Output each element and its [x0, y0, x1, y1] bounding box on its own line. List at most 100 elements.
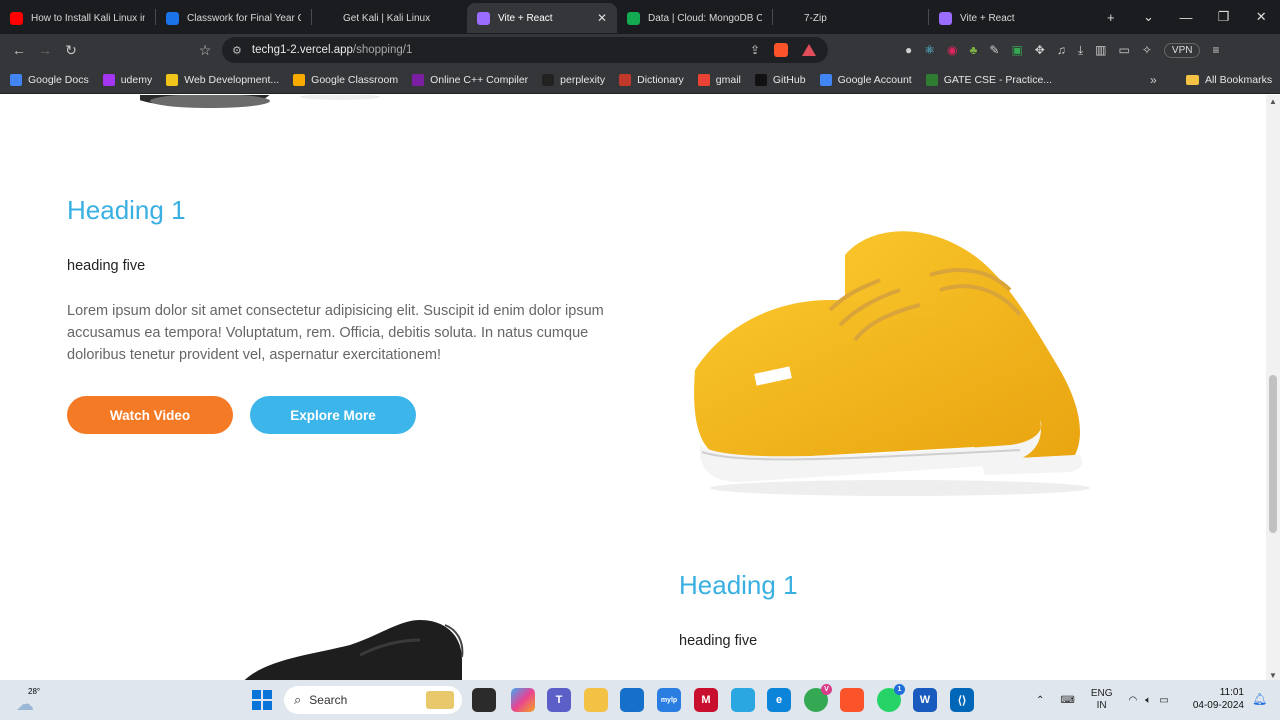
bookmark-item[interactable]: perplexity — [542, 73, 606, 86]
explore-more-button[interactable]: Explore More — [250, 396, 416, 434]
minimize-button[interactable]: — — [1167, 10, 1205, 25]
site-info-icon[interactable]: ⚙ — [232, 44, 242, 57]
vscode-icon[interactable]: ⟨⟩ — [950, 688, 974, 712]
bookmark-label: gmail — [715, 73, 741, 86]
word-icon[interactable]: W — [913, 688, 937, 712]
bookmark-item[interactable]: Online C++ Compiler — [412, 73, 529, 86]
close-tab-icon[interactable]: ✕ — [597, 11, 607, 25]
bookmark-item[interactable]: Google Classroom — [293, 73, 398, 86]
brave-icon[interactable] — [840, 688, 864, 712]
language-region: IN — [1096, 700, 1107, 711]
page-scrollbar[interactable]: ▲ ▼ — [1266, 95, 1280, 680]
scroll-down-arrow-icon[interactable]: ▼ — [1269, 671, 1277, 680]
restore-button[interactable]: ❐ — [1205, 9, 1243, 25]
copilot-icon[interactable] — [511, 688, 535, 712]
tab-title: How to Install Kali Linux in — [31, 12, 145, 24]
browser-tab[interactable]: Vite + React — [929, 3, 1084, 33]
bookmark-label: perplexity — [560, 73, 606, 86]
whatsapp-icon[interactable]: 1 — [877, 684, 905, 712]
wifi-icon[interactable]: ◠ — [1129, 695, 1138, 706]
keyboard-icon[interactable]: ⌨ — [1060, 695, 1074, 706]
tree-extension-icon[interactable]: ♣ — [970, 43, 978, 57]
bookmark-item[interactable]: Dictionary — [619, 73, 684, 86]
browser-tab[interactable]: Get Kali | Kali Linux — [312, 3, 467, 33]
whatsapp-badge: 1 — [894, 684, 905, 695]
weather-app-icon[interactable] — [731, 688, 755, 712]
brave-shields-icon[interactable] — [774, 43, 788, 57]
volume-icon[interactable]: 🔈︎ — [1145, 695, 1151, 706]
microsoft-store-icon[interactable] — [620, 688, 644, 712]
bookmark-item[interactable]: GitHub — [754, 73, 806, 86]
teams-icon[interactable]: T — [547, 688, 571, 712]
windows-start-icon[interactable] — [250, 688, 274, 712]
extension-icon[interactable]: ● — [905, 43, 912, 57]
lock-extension-icon[interactable]: ▣ — [1011, 43, 1022, 57]
reload-button[interactable]: ↻ — [58, 42, 84, 59]
all-bookmarks-button[interactable]: All Bookmarks — [1186, 74, 1272, 86]
mylp-icon[interactable]: mylp — [657, 688, 681, 712]
bookmark-item[interactable]: Google Account — [819, 73, 912, 86]
new-tab-button[interactable]: + — [1092, 10, 1130, 25]
edge-icon[interactable]: e — [767, 688, 791, 712]
menu-icon[interactable]: ≡ — [1212, 43, 1219, 57]
dark-shoe-image-top — [140, 95, 380, 108]
bookmark-item[interactable]: udemy — [102, 73, 152, 86]
tray-overflow-icon[interactable]: ⌃ — [1036, 695, 1044, 706]
tab-strip: How to Install Kali Linux in Classwork fo… — [0, 0, 1084, 34]
folder-icon — [1186, 74, 1199, 85]
bookmark-favicon-icon — [542, 73, 555, 86]
browser-tab[interactable]: How to Install Kali Linux in — [0, 3, 155, 33]
bookmark-label: Google Account — [837, 73, 912, 86]
wallet-icon[interactable]: ▭ — [1119, 43, 1130, 57]
browser-tab[interactable]: Vite + React ✕ — [467, 3, 617, 33]
watch-video-button[interactable]: Watch Video — [67, 396, 233, 434]
bookmark-item[interactable]: Web Development... — [166, 73, 279, 86]
bookmarks-bar: Google Docs udemy Web Development... Google… — [0, 66, 1280, 94]
clock-time: 11:01 — [1219, 687, 1244, 698]
react-devtools-icon[interactable]: ⚛ — [924, 43, 935, 57]
bookmark-item[interactable]: gmail — [697, 73, 741, 86]
task-view-icon[interactable] — [472, 688, 496, 712]
browser-tab-bar: How to Install Kali Linux in Classwork fo… — [0, 0, 1280, 34]
address-bar[interactable]: ⚙ techg1-2.vercel.app/shopping/1 ⇪ — [222, 37, 828, 63]
bookmark-favicon-icon — [697, 73, 710, 86]
mcafee-icon[interactable]: M — [694, 688, 718, 712]
back-button[interactable]: ← — [6, 42, 32, 58]
bookmarks-overflow-icon[interactable]: » — [1150, 73, 1157, 87]
section2-heading: Heading 1 — [679, 570, 798, 600]
taskbar-search-input[interactable]: ⌕ Search — [284, 686, 462, 714]
record-extension-icon[interactable]: ◉ — [947, 43, 957, 57]
tab-search-chevron-icon[interactable]: ⌄ — [1130, 9, 1168, 25]
share-icon[interactable]: ⇪ — [750, 43, 760, 57]
media-icon[interactable]: ♫ — [1057, 43, 1066, 57]
browser-tab[interactable]: Classwork for Final Year C — [156, 3, 311, 33]
taskbar-clock[interactable]: 11:01 04-09-2024 — [1184, 686, 1244, 712]
bookmark-label: Online C++ Compiler — [430, 73, 529, 86]
file-explorer-icon[interactable] — [584, 688, 608, 712]
bookmark-favicon-icon — [754, 73, 767, 86]
chrome-icon[interactable]: V — [804, 684, 832, 712]
scroll-up-arrow-icon[interactable]: ▲ — [1269, 97, 1277, 106]
browser-tab[interactable]: Data | Cloud: MongoDB C — [617, 3, 772, 33]
language-indicator[interactable]: ENG IN — [1091, 688, 1113, 712]
bookmark-label: Google Docs — [28, 73, 89, 86]
sidebar-icon[interactable]: ▥ — [1095, 43, 1106, 57]
notification-bell-icon[interactable]: 🔔︎ — [1252, 692, 1267, 706]
search-placeholder: Search — [309, 693, 348, 707]
battery-icon[interactable]: ▭ — [1159, 695, 1168, 706]
tab-title: 7-Zip — [804, 12, 827, 24]
brave-rewards-icon[interactable] — [802, 44, 816, 56]
download-icon[interactable]: ⤓ — [1078, 43, 1083, 58]
eyedropper-icon[interactable]: ✎ — [989, 43, 999, 57]
vpn-button[interactable]: VPN — [1163, 42, 1201, 58]
browser-tab[interactable]: 7-Zip — [773, 3, 928, 33]
forward-button[interactable]: → — [32, 42, 58, 58]
puzzle-extensions-icon[interactable]: ✥ — [1035, 43, 1045, 57]
leo-ai-icon[interactable]: ✧ — [1142, 43, 1152, 57]
bookmark-item[interactable]: GATE CSE - Practice... — [925, 73, 1052, 86]
clock-date: 04-09-2024 — [1192, 700, 1244, 711]
scrollbar-thumb[interactable] — [1269, 375, 1277, 533]
bookmark-page-icon[interactable]: ☆ — [192, 42, 218, 59]
close-window-button[interactable]: ✕ — [1242, 9, 1280, 25]
bookmark-item[interactable]: Google Docs — [10, 73, 89, 86]
